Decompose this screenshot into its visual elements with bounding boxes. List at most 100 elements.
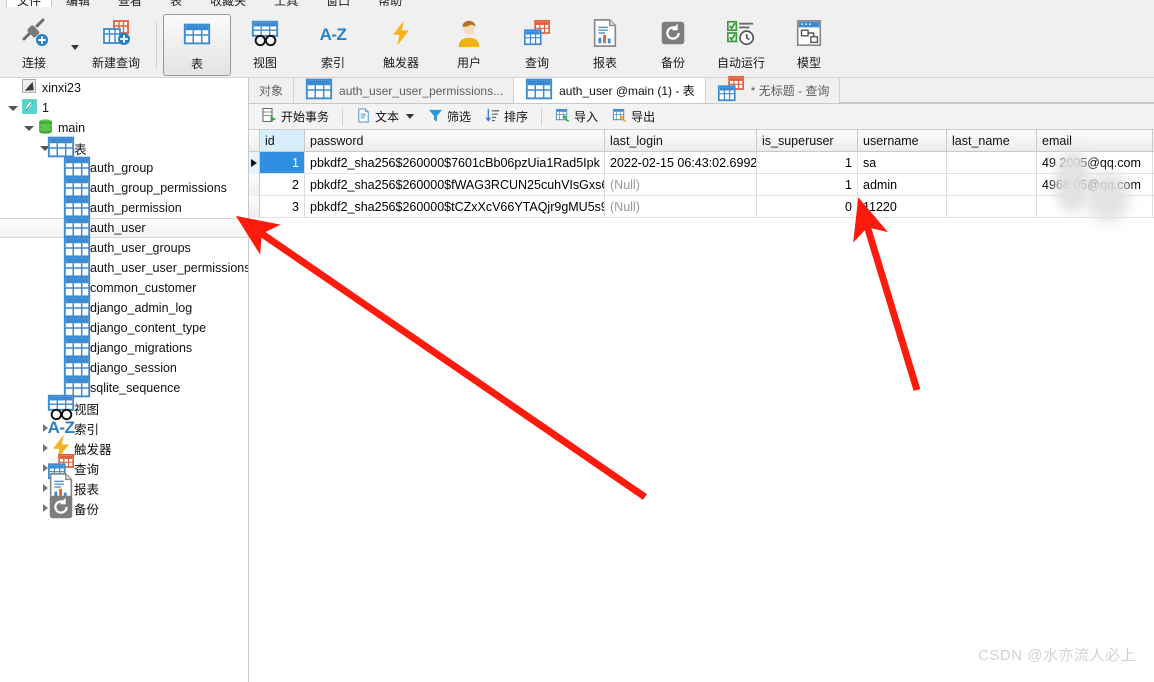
menu-item-6[interactable]: 窗口	[312, 0, 364, 7]
tree-item-xinxi23[interactable]: xinxi23	[0, 78, 248, 98]
tree-item-1[interactable]: 1	[0, 98, 248, 118]
cell-last_name[interactable]	[947, 152, 1037, 174]
toolbar-button-table[interactable]: 表	[163, 13, 231, 76]
column-header-password[interactable]: password	[305, 130, 605, 151]
tree-item-label: auth_permission	[90, 201, 182, 215]
menu-item-3[interactable]: 表	[156, 0, 196, 7]
tree-item-common_customer[interactable]: common_customer	[0, 276, 248, 298]
cell-value: pbkdf2_sha256$260000$tCZxXcV66YTAQjr9gMU…	[310, 199, 605, 214]
cell-last_login[interactable]: (Null)	[605, 196, 757, 218]
toolbar-button-report[interactable]: 报表	[571, 14, 639, 76]
toolbar-button-automation[interactable]: 自动运行	[707, 14, 775, 76]
cell-value: 1	[845, 177, 852, 192]
menu-item-5[interactable]: 工具	[260, 0, 312, 7]
toolbar-button-user[interactable]: 用户	[435, 14, 503, 76]
tree-item-django_admin_log[interactable]: django_admin_log	[0, 296, 248, 318]
menu-item-1[interactable]: 编辑	[52, 0, 104, 7]
grid-toolbar-import[interactable]: 导入	[549, 106, 604, 128]
grid-toolbar-begin-transaction[interactable]: 开始事务	[255, 105, 335, 128]
data-grid[interactable]: id password last_login is_superuser username…	[249, 130, 1154, 218]
table-row[interactable]: 2 pbkdf2_sha256$260000$fWAG3RCUN25cuhVIsG…	[249, 174, 1154, 196]
tree-item-[interactable]: 表	[0, 136, 248, 158]
tree-twisty[interactable]	[6, 105, 20, 111]
tree-item-[interactable]: 报表	[0, 472, 248, 501]
toolbar-button-new-query[interactable]: 新建查询	[82, 14, 150, 76]
toolbar-button-model[interactable]: 模型	[775, 14, 843, 76]
tree-twisty[interactable]	[22, 125, 36, 131]
cell-username[interactable]: admin	[858, 174, 947, 196]
cell-is_superuser[interactable]: 1	[757, 174, 858, 196]
tree-item-label: common_customer	[90, 281, 197, 295]
column-header-last_name[interactable]: last_name	[947, 130, 1037, 151]
toolbar-button-index-az[interactable]: A-Z 索引	[299, 14, 367, 76]
tree-item-sqlite_sequence[interactable]: sqlite_sequence	[0, 376, 248, 398]
column-header-email[interactable]: email	[1037, 130, 1153, 151]
tab-objects-0[interactable]: 对象	[249, 78, 295, 103]
column-header-label: last_login	[610, 133, 663, 148]
tab-table-2[interactable]: auth_user @main (1) - 表	[514, 78, 706, 103]
cell-is_superuser[interactable]: 0	[757, 196, 858, 218]
toolbar-button-connection[interactable]: 连接	[0, 14, 68, 76]
tree-item-[interactable]: 视图	[0, 394, 248, 420]
toolbar-button-trigger-bolt[interactable]: 触发器	[367, 14, 435, 76]
cell-last_login[interactable]: 2022-02-15 06:43:02.6992	[605, 152, 757, 174]
tree-item-auth_group[interactable]: auth_group	[0, 156, 248, 178]
menu-item-4[interactable]: 收藏夹	[196, 0, 260, 7]
column-header-last_login[interactable]: last_login	[605, 130, 757, 151]
menu-item-2[interactable]: 查看	[104, 0, 156, 7]
column-header-username[interactable]: username	[858, 130, 947, 151]
cell-id[interactable]: 2	[260, 174, 305, 196]
tree-item-auth_group_permissions[interactable]: auth_group_permissions	[0, 176, 248, 198]
cell-value: 2	[292, 177, 299, 192]
tree-item-django_session[interactable]: django_session	[0, 356, 248, 378]
cell-is_superuser[interactable]: 1	[757, 152, 858, 174]
cell-id[interactable]: 1	[260, 152, 305, 174]
tree-item-auth_user_user_permissions[interactable]: auth_user_user_permissions	[0, 256, 248, 278]
cell-last_login[interactable]: (Null)	[605, 174, 757, 196]
row-gutter[interactable]	[249, 174, 260, 196]
cell-last_name[interactable]	[947, 174, 1037, 196]
column-header-id[interactable]: id	[260, 130, 305, 151]
sqlite-feather-icon	[21, 98, 38, 118]
grid-toolbar-export[interactable]: 导出	[606, 106, 661, 128]
toolbar-button-label: 查询	[524, 55, 549, 70]
chevron-down-icon[interactable]	[406, 114, 415, 119]
cell-value: pbkdf2_sha256$260000$7601cBb06pzUia1Rad5…	[310, 155, 600, 170]
toolbar-button-view[interactable]: 视图	[231, 14, 299, 76]
cell-username[interactable]: sa	[858, 152, 947, 174]
tree-item-django_migrations[interactable]: django_migrations	[0, 336, 248, 358]
grid-toolbar-sort[interactable]: 排序	[479, 106, 534, 128]
tab-table-1[interactable]: auth_user_user_permissions...	[294, 78, 515, 103]
tree-item-[interactable]: 备份	[0, 495, 248, 518]
column-header-is_superuser[interactable]: is_superuser	[757, 130, 858, 151]
row-gutter[interactable]	[249, 196, 260, 218]
cell-id[interactable]: 3	[260, 196, 305, 218]
filter-icon	[428, 108, 443, 126]
tree-item-[interactable]: 查询	[0, 453, 248, 479]
grid-toolbar-text[interactable]: 文本	[350, 106, 420, 128]
menu-item-0[interactable]: 文件	[6, 0, 53, 7]
menu-item-7[interactable]: 帮助	[364, 0, 416, 7]
tree-item-[interactable]: A-Z 索引	[0, 418, 248, 438]
toolbar-button-backup[interactable]: 备份	[639, 14, 707, 76]
text-icon	[356, 107, 371, 126]
toolbar-button-query[interactable]: 查询	[503, 14, 571, 76]
object-tree-panel[interactable]: xinxi23 1 main 表 auth_group auth_group_permis…	[0, 78, 249, 682]
cell-password[interactable]: pbkdf2_sha256$260000$tCZxXcV66YTAQjr9gMU…	[305, 196, 605, 218]
tree-item-main[interactable]: main	[0, 118, 248, 138]
cell-last_name[interactable]	[947, 196, 1037, 218]
tree-item-auth_permission[interactable]: auth_permission	[0, 196, 248, 218]
tree-item-django_content_type[interactable]: django_content_type	[0, 316, 248, 338]
cell-username[interactable]: 11220	[858, 196, 947, 218]
connection-dropdown-caret[interactable]	[68, 14, 82, 76]
cell-password[interactable]: pbkdf2_sha256$260000$7601cBb06pzUia1Rad5…	[305, 152, 605, 174]
tree-item-[interactable]: 触发器	[0, 434, 248, 459]
cell-password[interactable]: pbkdf2_sha256$260000$fWAG3RCUN25cuhVIsGx…	[305, 174, 605, 196]
table-row[interactable]: 3 pbkdf2_sha256$260000$tCZxXcV66YTAQjr9gM…	[249, 196, 1154, 218]
row-gutter[interactable]	[249, 152, 260, 174]
tab-query-3[interactable]: * 无标题 - 查询	[705, 75, 841, 103]
table-row[interactable]: 1 pbkdf2_sha256$260000$7601cBb06pzUia1Rad…	[249, 152, 1154, 174]
tree-item-auth_user[interactable]: auth_user	[0, 216, 248, 238]
grid-toolbar-filter[interactable]: 筛选	[422, 106, 477, 128]
tree-item-auth_user_groups[interactable]: auth_user_groups	[0, 236, 248, 258]
